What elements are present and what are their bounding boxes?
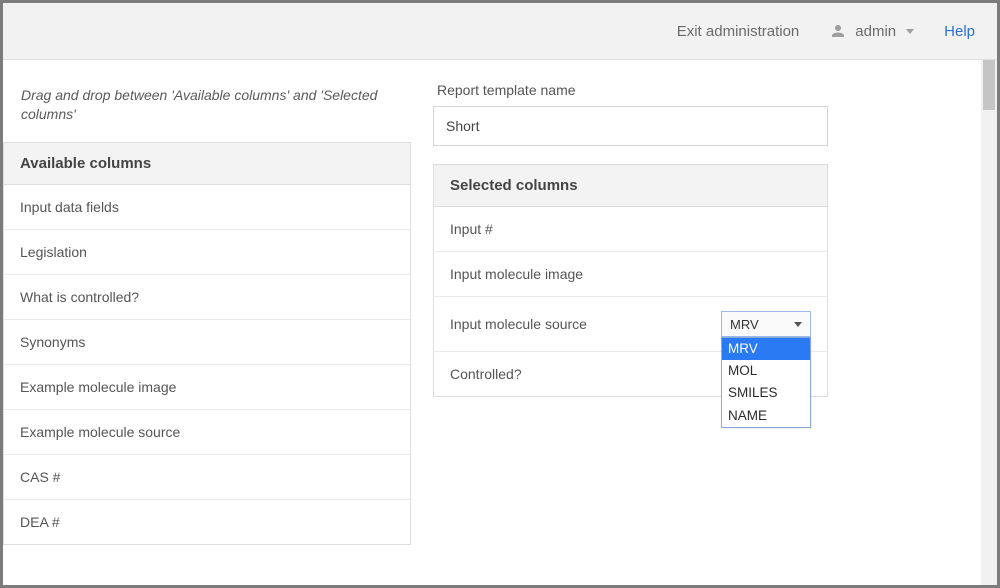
selected-column-item[interactable]: Input molecule image <box>434 252 827 297</box>
available-column-item[interactable]: Input data fields <box>4 185 410 230</box>
format-dropdown: MRVMOLSMILESNAME <box>721 337 811 428</box>
top-bar: Exit administration admin Help <box>3 3 997 60</box>
available-column-item[interactable]: Example molecule source <box>4 410 410 455</box>
app-frame: Exit administration admin Help Drag and … <box>0 0 1000 588</box>
format-select-value: MRV <box>730 317 759 332</box>
selected-column-item[interactable]: Input # <box>434 207 827 252</box>
format-option[interactable]: SMILES <box>722 382 810 404</box>
available-columns-header: Available columns <box>4 143 410 185</box>
selected-column-item[interactable]: Input molecule source MRVMRVMOLSMILESNAME <box>434 297 827 352</box>
exit-administration-link[interactable]: Exit administration <box>677 23 800 40</box>
format-option[interactable]: NAME <box>722 405 810 427</box>
user-name-label: admin <box>855 23 896 40</box>
user-menu[interactable]: admin <box>829 22 914 40</box>
drag-instructions: Drag and drop between 'Available columns… <box>3 60 411 142</box>
scrollbar[interactable] <box>981 60 997 585</box>
selected-column-label: Input # <box>450 221 493 237</box>
chevron-down-icon <box>794 322 802 327</box>
template-name-input[interactable] <box>433 106 828 146</box>
format-select-wrap: MRVMRVMOLSMILESNAME <box>721 311 811 337</box>
format-option[interactable]: MRV <box>722 338 810 360</box>
selected-column-label: Input molecule image <box>450 266 583 282</box>
chevron-down-icon <box>906 29 914 34</box>
scrollbar-thumb[interactable] <box>983 60 995 110</box>
content-area: Drag and drop between 'Available columns… <box>3 60 997 545</box>
format-option[interactable]: MOL <box>722 360 810 382</box>
selected-column-label: Controlled? <box>450 366 522 382</box>
available-column-item[interactable]: Example molecule image <box>4 365 410 410</box>
user-icon <box>829 22 847 40</box>
selected-columns-header: Selected columns <box>434 165 827 207</box>
format-select[interactable]: MRV <box>721 311 811 337</box>
selected-columns-panel: Selected columns Input # Input molecule i… <box>433 164 828 397</box>
available-column-item[interactable]: DEA # <box>4 500 410 544</box>
available-column-item[interactable]: Legislation <box>4 230 410 275</box>
template-name-label: Report template name <box>433 60 828 106</box>
right-column: Report template name Selected columns In… <box>433 60 828 545</box>
selected-column-label: Input molecule source <box>450 316 587 332</box>
available-column-item[interactable]: What is controlled? <box>4 275 410 320</box>
help-link[interactable]: Help <box>944 23 975 40</box>
available-column-item[interactable]: Synonyms <box>4 320 410 365</box>
left-column: Drag and drop between 'Available columns… <box>3 60 411 545</box>
available-column-item[interactable]: CAS # <box>4 455 410 500</box>
available-columns-panel: Available columns Input data fieldsLegis… <box>3 142 411 545</box>
